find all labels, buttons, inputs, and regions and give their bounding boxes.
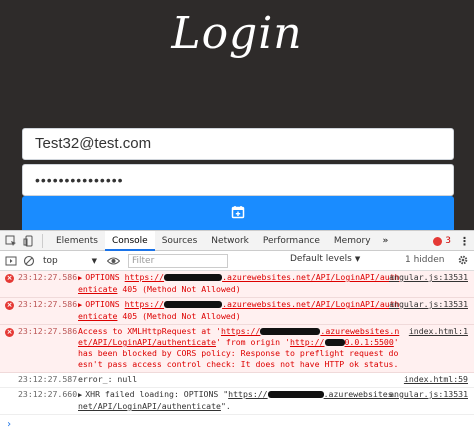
prompt-chevron-icon: ›: [6, 419, 13, 430]
console-message[interactable]: × 23:12:27.586 ▶ OPTIONS https://.azurewe…: [0, 298, 474, 325]
filter-input[interactable]: Filter: [128, 253, 228, 268]
redacted-mark: [164, 301, 223, 308]
error-icon: [433, 236, 443, 246]
message-suffix: 405 (Method Not Allowed): [117, 284, 241, 294]
hidden-count: 1 hidden: [405, 255, 445, 265]
message-text: error_: null: [78, 374, 138, 384]
timestamp: 23:12:27.660: [18, 389, 78, 399]
error-count-badge[interactable]: 3: [433, 236, 451, 246]
redacted-mark: [324, 339, 345, 346]
message-prefix: OPTIONS: [85, 272, 125, 282]
log-levels-select[interactable]: Default levels ▼: [290, 254, 360, 264]
error-icon: ×: [5, 274, 14, 283]
devtools-tab-bar: Elements Console Sources Network Perform…: [0, 230, 474, 251]
context-select[interactable]: top ▼: [40, 254, 100, 268]
message-prefix: XHR failed loading: OPTIONS ": [85, 389, 229, 399]
password-field[interactable]: •••••••••••••••: [22, 164, 454, 196]
kebab-menu-icon[interactable]: ⋮: [459, 235, 470, 248]
console-message[interactable]: × 23:12:27.586 Access to XMLHttpRequest …: [0, 325, 474, 373]
expand-caret-icon[interactable]: ▶: [78, 301, 82, 309]
timestamp: 23:12:27.586: [18, 299, 78, 309]
error-icon: ×: [5, 301, 14, 310]
console-prompt[interactable]: ›: [0, 415, 474, 434]
email-field[interactable]: Test32@test.com: [22, 128, 454, 160]
triangle-down-icon: ▼: [354, 255, 361, 263]
page-title: Login: [171, 8, 303, 59]
tab-memory[interactable]: Memory: [327, 231, 378, 251]
message-text: ▶ OPTIONS https://.azurewebsites.net/API/…: [78, 272, 400, 295]
timestamp: 23:12:27.587: [18, 374, 78, 384]
message-prefix: OPTIONS: [85, 299, 125, 309]
console-toolbar: top ▼ Filter Default levels ▼ 1 hidden: [0, 251, 474, 271]
expand-caret-icon[interactable]: ▶: [78, 391, 82, 399]
redacted-mark: [164, 274, 223, 281]
gear-icon[interactable]: [457, 254, 469, 269]
console-message[interactable]: 23:12:27.587 error_: null index.html:59: [0, 373, 474, 388]
source-link[interactable]: angular.js:13531: [389, 389, 468, 400]
timestamp: 23:12:27.586: [18, 326, 78, 336]
tab-performance[interactable]: Performance: [256, 231, 327, 251]
redacted-mark: [260, 328, 321, 335]
console-message[interactable]: 23:12:27.660 ▶ XHR failed loading: OPTION…: [0, 388, 474, 415]
source-link[interactable]: angular.js:13531: [389, 272, 468, 283]
inspect-icon[interactable]: [4, 234, 18, 248]
more-tabs-button[interactable]: »: [378, 236, 394, 246]
source-link[interactable]: angular.js:13531: [389, 299, 468, 310]
message-prefix: Access to XMLHttpRequest at ': [78, 326, 221, 336]
tab-elements[interactable]: Elements: [49, 231, 105, 251]
message-text: Access to XMLHttpRequest at 'https://.az…: [78, 326, 400, 370]
message-suffix: ".: [220, 401, 231, 411]
message-middle: ' from origin ': [216, 337, 290, 347]
tab-network[interactable]: Network: [204, 231, 256, 251]
log-levels-value: Default levels: [290, 254, 352, 264]
device-toolbar-icon[interactable]: [22, 234, 36, 248]
message-text: ▶ OPTIONS https://.azurewebsites.net/API/…: [78, 299, 400, 322]
message-suffix: 405 (Method Not Allowed): [117, 311, 241, 321]
login-button[interactable]: [22, 196, 454, 230]
triangle-down-icon: ▼: [91, 256, 97, 265]
origin-url[interactable]: http://0.0.1:5500: [290, 337, 394, 347]
divider: [42, 233, 43, 248]
error-count: 3: [445, 236, 451, 246]
console-message[interactable]: × 23:12:27.586 ▶ OPTIONS https://.azurewe…: [0, 271, 474, 298]
clear-console-icon[interactable]: [22, 254, 36, 268]
redacted-mark: [267, 391, 324, 398]
error-icon: ×: [5, 328, 14, 337]
sidebar-toggle-icon[interactable]: [4, 254, 18, 268]
expand-caret-icon[interactable]: ▶: [78, 274, 82, 282]
tab-sources[interactable]: Sources: [155, 231, 205, 251]
message-text: ▶ XHR failed loading: OPTIONS "https://.a…: [78, 389, 400, 412]
tab-console[interactable]: Console: [104, 230, 155, 251]
login-page: Login Test32@test.com •••••••••••••••: [0, 0, 474, 230]
timestamp: 23:12:27.586: [18, 272, 78, 282]
calendar-check-icon: [231, 204, 245, 223]
context-select-value: top: [43, 255, 58, 266]
source-link[interactable]: index.html:1: [409, 326, 468, 337]
source-link[interactable]: index.html:59: [404, 374, 468, 385]
console-messages: × 23:12:27.586 ▶ OPTIONS https://.azurewe…: [0, 271, 474, 434]
eye-icon[interactable]: [106, 254, 120, 268]
devtools-panel: Elements Console Sources Network Perform…: [0, 230, 474, 448]
